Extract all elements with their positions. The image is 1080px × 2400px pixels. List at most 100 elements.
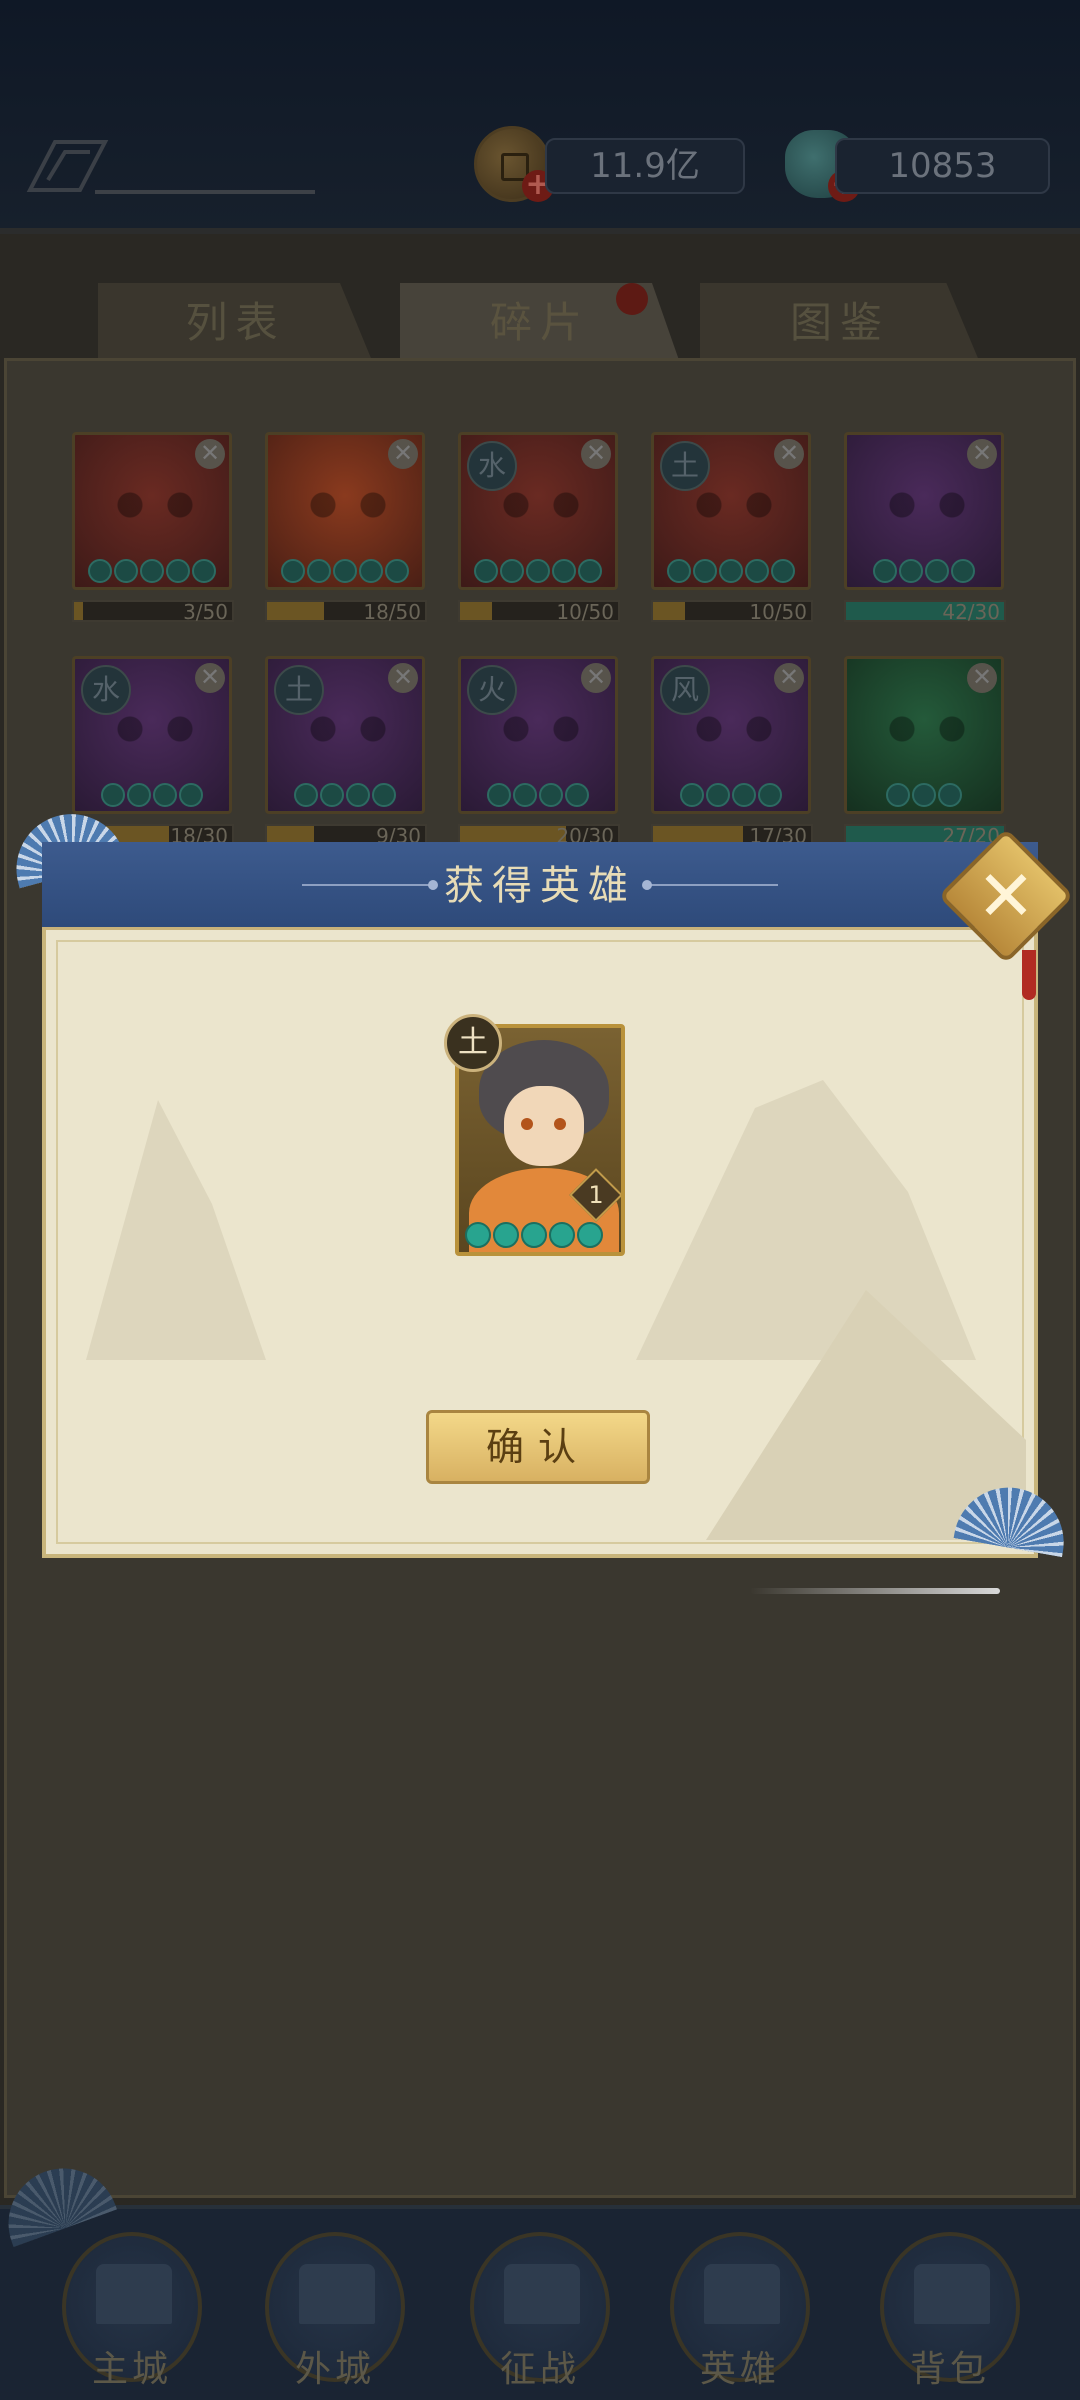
tassel-decoration bbox=[1022, 950, 1036, 1000]
star-icon bbox=[372, 783, 396, 807]
fragment-progress-bar: 10/50 bbox=[651, 600, 813, 624]
star-rating bbox=[654, 559, 808, 583]
star-rating bbox=[268, 783, 422, 807]
progress-fill bbox=[267, 602, 324, 620]
fragment-progress-bar: 10/50 bbox=[458, 600, 620, 624]
fragment-progress-bar: 3/50 bbox=[72, 600, 234, 624]
star-icon bbox=[565, 783, 589, 807]
star-icon bbox=[179, 783, 203, 807]
star-icon bbox=[521, 1222, 547, 1248]
element-badge: 火 bbox=[467, 665, 517, 715]
fragment-mark-icon: ✕ bbox=[195, 439, 225, 469]
star-icon bbox=[88, 559, 112, 583]
tab-codex[interactable]: 图鉴 bbox=[700, 283, 980, 363]
star-icon bbox=[886, 783, 910, 807]
star-icon bbox=[474, 559, 498, 583]
logo-underline bbox=[95, 190, 315, 194]
close-icon[interactable]: ✕ bbox=[958, 848, 1054, 944]
star-icon bbox=[140, 559, 164, 583]
fragment-card[interactable]: ✕ bbox=[844, 656, 1004, 814]
confirm-button[interactable]: 确认 bbox=[426, 1410, 650, 1484]
hero-level: 1 bbox=[588, 1181, 604, 1209]
progress-text: 3/50 bbox=[183, 600, 228, 624]
mountain-illustration bbox=[636, 1080, 976, 1360]
star-icon bbox=[307, 559, 331, 583]
mask-portrait bbox=[877, 490, 977, 520]
star-icon bbox=[873, 559, 897, 583]
fragment-card[interactable]: 水 ✕ bbox=[72, 656, 232, 814]
fragment-mark-icon: ✕ bbox=[195, 663, 225, 693]
star-icon bbox=[487, 783, 511, 807]
progress-fill bbox=[74, 602, 84, 620]
mask-portrait bbox=[684, 714, 784, 744]
star-icon bbox=[539, 783, 563, 807]
progress-fill bbox=[460, 602, 492, 620]
element-badge: 水 bbox=[467, 441, 517, 491]
hero-eye bbox=[521, 1118, 533, 1130]
progress-text: 42/30 bbox=[942, 600, 1000, 624]
star-icon bbox=[101, 783, 125, 807]
mask-portrait bbox=[298, 714, 398, 744]
star-icon bbox=[719, 559, 743, 583]
nav-campaign-label: 征战 bbox=[499, 2349, 580, 2390]
fragment-card[interactable]: ✕ bbox=[265, 432, 425, 590]
cloud-swirl-decoration bbox=[750, 1588, 1000, 1594]
bag-icon bbox=[914, 2264, 990, 2324]
star-icon bbox=[526, 559, 550, 583]
coin-amount: 11.9亿 bbox=[545, 138, 745, 194]
topbar-divider bbox=[0, 228, 1080, 234]
star-icon bbox=[552, 559, 576, 583]
star-rating bbox=[847, 559, 1001, 583]
star-icon bbox=[667, 559, 691, 583]
star-icon bbox=[938, 783, 962, 807]
star-icon bbox=[912, 783, 936, 807]
fragment-card[interactable]: 风 ✕ bbox=[651, 656, 811, 814]
fragment-mark-icon: ✕ bbox=[581, 663, 611, 693]
fragment-card[interactable]: 火 ✕ bbox=[458, 656, 618, 814]
mask-portrait bbox=[298, 490, 398, 520]
star-icon bbox=[153, 783, 177, 807]
star-icon bbox=[281, 559, 305, 583]
star-icon bbox=[192, 559, 216, 583]
fragment-mark-icon: ✕ bbox=[967, 439, 997, 469]
nav-main-city-label: 主城 bbox=[91, 2349, 172, 2390]
element-badge: 土 bbox=[660, 441, 710, 491]
star-icon bbox=[578, 559, 602, 583]
star-rating bbox=[75, 559, 229, 583]
hero-star-rating bbox=[465, 1222, 603, 1248]
progress-text: 10/50 bbox=[749, 600, 807, 624]
star-icon bbox=[951, 559, 975, 583]
star-icon bbox=[127, 783, 151, 807]
dialog-title: 获得英雄 bbox=[444, 863, 636, 909]
hero-element-badge: 土 bbox=[444, 1014, 502, 1072]
star-icon bbox=[166, 559, 190, 583]
hero-face bbox=[504, 1086, 584, 1166]
mask-portrait bbox=[877, 714, 977, 744]
fragment-card[interactable]: 土 ✕ bbox=[265, 656, 425, 814]
star-icon bbox=[577, 1222, 603, 1248]
fragment-card[interactable]: 土 ✕ bbox=[651, 432, 811, 590]
star-icon bbox=[333, 559, 357, 583]
star-icon bbox=[359, 559, 383, 583]
fragment-progress-bar: 18/50 bbox=[265, 600, 427, 624]
game-logo-icon bbox=[26, 140, 109, 192]
fragment-card[interactable]: ✕ bbox=[844, 432, 1004, 590]
star-icon bbox=[465, 1222, 491, 1248]
star-rating bbox=[847, 783, 1001, 807]
progress-text: 10/50 bbox=[556, 600, 614, 624]
element-badge: 水 bbox=[81, 665, 131, 715]
mountain-illustration bbox=[86, 1100, 266, 1360]
fragment-mark-icon: ✕ bbox=[388, 663, 418, 693]
fragment-mark-icon: ✕ bbox=[774, 439, 804, 469]
element-badge: 风 bbox=[660, 665, 710, 715]
hero-icon bbox=[704, 2264, 780, 2324]
new-notification-dot bbox=[616, 283, 648, 315]
fragment-card[interactable]: 水 ✕ bbox=[458, 432, 618, 590]
jade-amount: 10853 bbox=[835, 138, 1050, 194]
fragment-card[interactable]: ✕ bbox=[72, 432, 232, 590]
tab-list[interactable]: 列表 bbox=[98, 283, 373, 363]
star-icon bbox=[680, 783, 704, 807]
star-icon bbox=[732, 783, 756, 807]
nav-bag-label: 背包 bbox=[909, 2349, 990, 2390]
progress-fill bbox=[653, 602, 685, 620]
